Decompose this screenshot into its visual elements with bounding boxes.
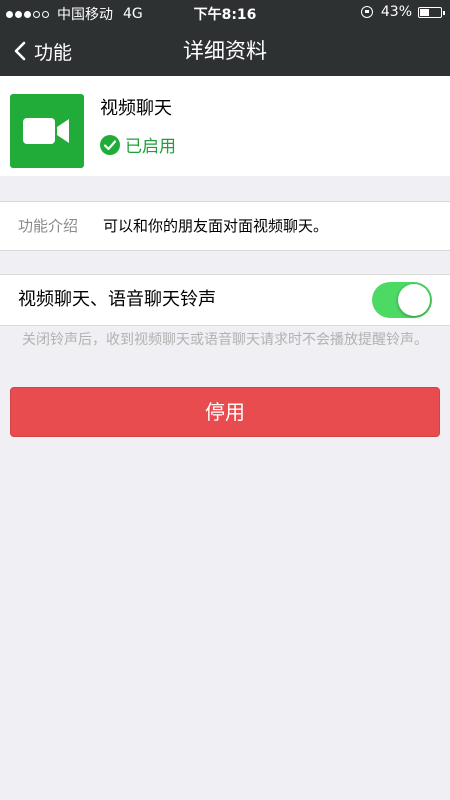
check-circle-icon — [100, 134, 120, 155]
status-badge: 已启用 — [125, 137, 176, 157]
navigation-bar: 功能 详细资料 — [0, 26, 450, 76]
intro-row: 功能介绍 可以和你的朋友面对面视频聊天。 — [0, 201, 450, 251]
page-title: 详细资料 — [183, 39, 267, 63]
battery-percent: 43% — [380, 4, 412, 20]
app-status: 已启用 — [100, 132, 176, 157]
status-right: 43% — [360, 4, 445, 20]
ringtone-toggle[interactable] — [372, 282, 432, 318]
battery-fill — [420, 8, 429, 16]
intro-label: 功能介绍 — [18, 217, 79, 235]
intro-value: 可以和你的朋友面对面视频聊天。 — [103, 217, 329, 235]
app-header: 视频聊天 已启用 — [0, 76, 450, 176]
app-icon — [10, 94, 84, 168]
ringtone-row: 视频聊天、语音聊天铃声 — [0, 274, 450, 326]
video-camera-icon — [23, 118, 69, 144]
battery-icon — [418, 6, 445, 18]
status-bar: 中国移动 4G 下午8:16 43% — [0, 0, 450, 26]
disable-button[interactable]: 停用 — [10, 387, 440, 437]
rotation-lock-icon — [360, 6, 373, 18]
app-name: 视频聊天 — [100, 98, 172, 119]
ringtone-hint: 关闭铃声后，收到视频聊天或语音聊天请求时不会播放提醒铃声。 — [22, 332, 428, 348]
ringtone-label: 视频聊天、语音聊天铃声 — [18, 289, 216, 310]
toggle-knob — [398, 284, 430, 316]
